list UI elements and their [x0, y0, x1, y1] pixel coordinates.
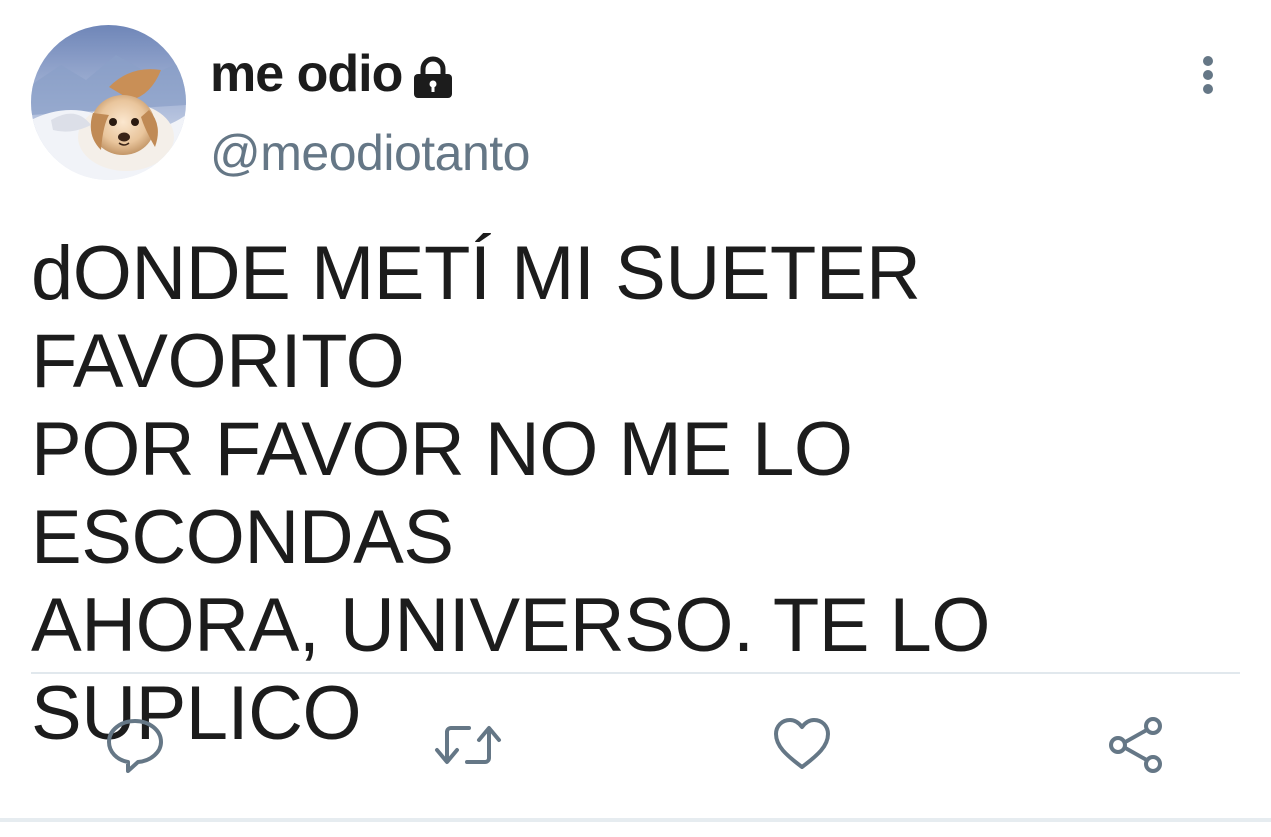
like-button[interactable]: [762, 705, 842, 785]
bottom-border: [0, 818, 1271, 822]
retweet-arrows-icon: [435, 726, 501, 764]
author-handle[interactable]: @meodiotanto: [210, 126, 530, 181]
puppy-avatar-icon: [31, 25, 186, 180]
heart-icon: [774, 718, 830, 769]
action-bar: [0, 705, 1271, 785]
more-options-button[interactable]: [1188, 50, 1228, 100]
speech-bubble-icon: [107, 719, 163, 773]
divider: [31, 672, 1240, 674]
avatar[interactable]: [31, 25, 186, 180]
share-button[interactable]: [1096, 705, 1176, 785]
author-name-row: me odio: [210, 40, 454, 108]
share-nodes-icon: [1109, 717, 1162, 773]
display-name[interactable]: me odio: [210, 48, 403, 100]
tweet-text: dONDE METÍ MI SUETER FAVORITO POR FAVOR …: [31, 231, 990, 756]
reply-button[interactable]: [95, 705, 175, 785]
more-vertical-icon: [1203, 56, 1213, 94]
lock-icon: [412, 56, 454, 100]
retweet-button[interactable]: [428, 705, 508, 785]
tweet-card: me odio @meodiotanto dONDE METÍ MI SUETE…: [0, 0, 1271, 837]
